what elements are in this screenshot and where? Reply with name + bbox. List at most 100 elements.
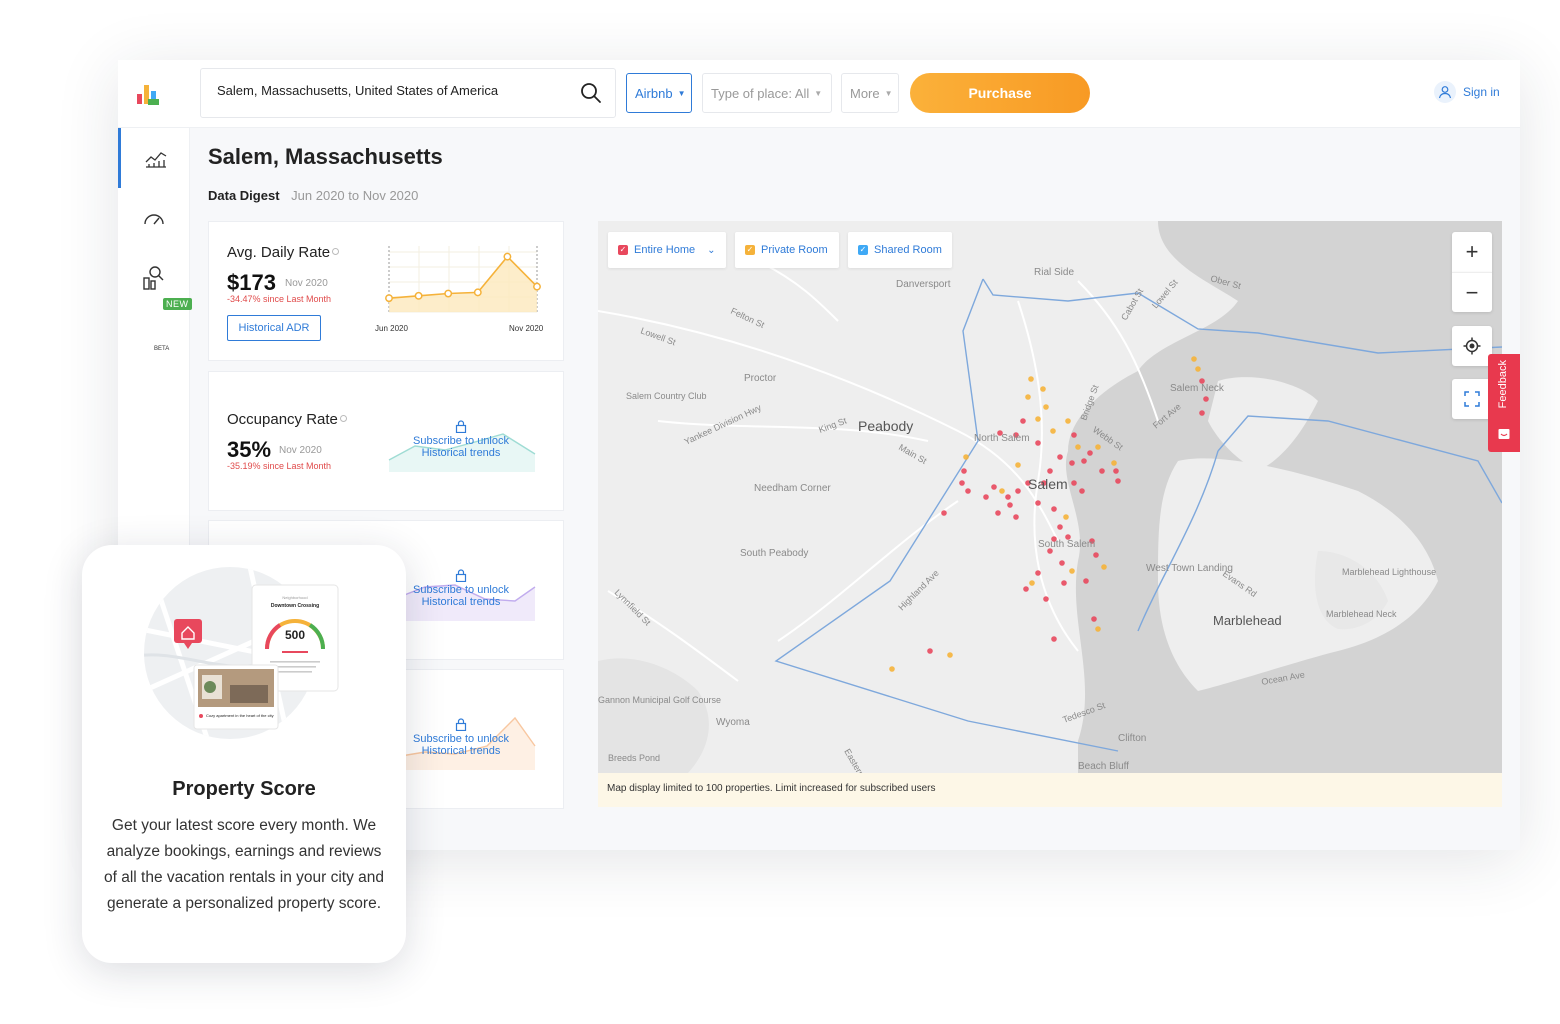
listing-pin[interactable] (1099, 468, 1105, 474)
listing-pin[interactable] (927, 648, 933, 654)
listing-pin[interactable] (1057, 524, 1063, 530)
listing-pin[interactable] (1047, 468, 1053, 474)
listing-pin[interactable] (1007, 502, 1013, 508)
listing-pin[interactable] (1075, 444, 1081, 450)
listing-pin[interactable] (1029, 580, 1035, 586)
info-icon[interactable] (339, 415, 347, 422)
listing-pin[interactable] (1035, 500, 1041, 506)
listing-pin[interactable] (1203, 396, 1209, 402)
search-icon[interactable] (579, 81, 603, 105)
filter-private-room[interactable]: ✓ Private Room (735, 232, 839, 268)
listing-pin[interactable] (999, 488, 1005, 494)
listing-pin[interactable] (965, 488, 971, 494)
listing-pin[interactable] (1015, 462, 1021, 468)
app-logo[interactable] (136, 82, 160, 106)
type-of-place-dropdown[interactable]: Type of place: All ▼ (702, 73, 832, 113)
market-chart-icon (145, 152, 166, 168)
listing-pin[interactable] (1035, 416, 1041, 422)
listing-pin[interactable] (1050, 428, 1056, 434)
listing-pin[interactable] (959, 480, 965, 486)
listing-pin[interactable] (1059, 560, 1065, 566)
map-label-highland-ave: Highland Ave (896, 568, 940, 612)
listing-pin[interactable] (1199, 410, 1205, 416)
listing-pin[interactable] (963, 454, 969, 460)
listing-pin[interactable] (1020, 418, 1026, 424)
listing-pin[interactable] (1025, 394, 1031, 400)
listing-pin[interactable] (1069, 460, 1075, 466)
listing-pin[interactable] (1081, 458, 1087, 464)
listing-pin[interactable] (1091, 616, 1097, 622)
zoom-in-button[interactable]: + (1452, 232, 1492, 272)
listing-pin[interactable] (1069, 568, 1075, 574)
revenue-unlock-message[interactable]: Subscribe to unlock Historical trends (405, 569, 517, 608)
listing-pin[interactable] (1051, 506, 1057, 512)
listing-pin[interactable] (995, 510, 1001, 516)
checkbox-icon[interactable]: ✓ (858, 245, 868, 255)
listing-pin[interactable] (1195, 366, 1201, 372)
listing-pin[interactable] (1087, 450, 1093, 456)
data-digest: Data Digest Jun 2020 to Nov 2020 (208, 188, 418, 203)
listing-pin[interactable] (1035, 440, 1041, 446)
map-canvas[interactable]: Peabody Salem Marblehead North Salem Sou… (598, 221, 1502, 773)
occupancy-unlock-message[interactable]: Subscribe to unlock Historical trends (405, 420, 517, 459)
reviews-unlock-message[interactable]: Subscribe to unlock Historical trends (405, 718, 517, 757)
sidebar-item-market[interactable] (118, 128, 190, 188)
filter-entire-home[interactable]: ✓ Entire Home ⌄ (608, 232, 726, 268)
listing-pin[interactable] (1083, 578, 1089, 584)
checkbox-icon[interactable]: ✓ (618, 245, 628, 255)
search-input[interactable] (217, 83, 567, 98)
listing-pin[interactable] (1095, 444, 1101, 450)
listing-pin[interactable] (1063, 514, 1069, 520)
map-label-marblehead-neck: Marblehead Neck (1326, 609, 1397, 619)
listing-pin[interactable] (1043, 404, 1049, 410)
listing-pin[interactable] (1111, 460, 1117, 466)
zoom-out-button[interactable]: − (1452, 272, 1492, 312)
listing-pin[interactable] (1071, 480, 1077, 486)
listing-pin[interactable] (947, 652, 953, 658)
listing-pin[interactable] (1040, 386, 1046, 392)
listing-pin[interactable] (1043, 596, 1049, 602)
listing-pin[interactable] (1023, 586, 1029, 592)
sign-in-link[interactable]: Sign in (1434, 81, 1500, 103)
listing-pin[interactable] (1035, 570, 1041, 576)
listing-pin[interactable] (1065, 418, 1071, 424)
listing-pin[interactable] (1095, 626, 1101, 632)
listing-pin[interactable] (1028, 376, 1034, 382)
listing-pin[interactable] (889, 666, 895, 672)
listing-pin[interactable] (1005, 494, 1011, 500)
listing-pin[interactable] (941, 510, 947, 516)
listing-pin[interactable] (1079, 488, 1085, 494)
map-label-eastern: Eastern (842, 747, 866, 773)
listings-map[interactable]: Peabody Salem Marblehead North Salem Sou… (598, 221, 1502, 773)
feedback-tab[interactable]: Feedback (1488, 354, 1520, 452)
listing-pin[interactable] (1191, 356, 1197, 362)
listing-pin[interactable] (1101, 564, 1107, 570)
listing-pin[interactable] (1061, 580, 1067, 586)
locate-button[interactable] (1452, 326, 1492, 366)
listing-pin[interactable] (1013, 514, 1019, 520)
listing-pin[interactable] (991, 484, 997, 490)
listing-pin[interactable] (1071, 432, 1077, 438)
adr-card: Avg. Daily Rate $173 Nov 2020 -34.47% si… (208, 221, 564, 361)
filter-shared-room[interactable]: ✓ Shared Room (848, 232, 952, 268)
map-label-lighthouse: Marblehead Lighthouse (1342, 567, 1436, 577)
info-icon[interactable] (332, 248, 340, 255)
adr-trend-point (533, 282, 541, 291)
listing-pin[interactable] (1115, 478, 1121, 484)
listing-pin[interactable] (961, 468, 967, 474)
listing-pin[interactable] (1051, 636, 1057, 642)
listing-pin[interactable] (1057, 454, 1063, 460)
historical-adr-button[interactable]: Historical ADR (227, 315, 321, 341)
sidebar-item-score[interactable] (118, 188, 190, 248)
listing-pin[interactable] (1113, 468, 1119, 474)
listing-pin[interactable] (983, 494, 989, 500)
listing-pin[interactable] (1015, 488, 1021, 494)
more-dropdown[interactable]: More ▼ (841, 73, 899, 113)
map-label-lowel-st: Lowel St (1150, 277, 1180, 310)
listing-pin[interactable] (1093, 552, 1099, 558)
checkbox-icon[interactable]: ✓ (745, 245, 755, 255)
purchase-button[interactable]: Purchase (910, 73, 1090, 113)
source-dropdown[interactable]: Airbnb ▼ (626, 73, 692, 113)
filter-private-room-label: Private Room (761, 244, 828, 256)
fullscreen-button[interactable] (1452, 379, 1492, 419)
